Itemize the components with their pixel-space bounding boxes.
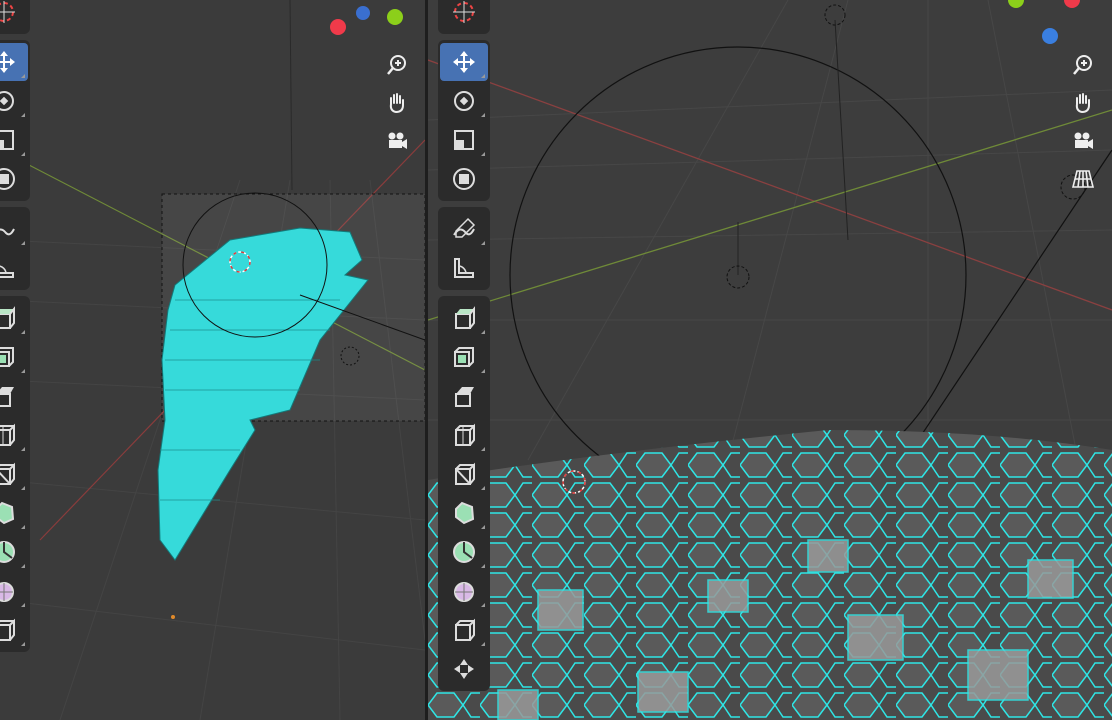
y-axis-line (428, 109, 1112, 321)
gizmo-z-dot[interactable] (356, 6, 370, 20)
measure-icon (454, 258, 474, 278)
transform-tool[interactable] (0, 160, 28, 198)
loop-cut-icon (455, 462, 475, 485)
loop-cut-tool[interactable] (0, 455, 28, 493)
annotate-tool[interactable] (440, 210, 488, 248)
smooth-tool[interactable] (440, 572, 488, 610)
add-cube-tool[interactable] (440, 299, 488, 337)
scale-icon (0, 130, 14, 150)
zoom-button[interactable] (380, 48, 414, 82)
edge-slide-tool[interactable] (0, 611, 28, 649)
measure-icon (0, 258, 14, 278)
cursor-icon (453, 1, 475, 23)
transform-icon (453, 168, 475, 190)
gizmo-z-dot[interactable] (1042, 28, 1058, 44)
gizmo-y-dot[interactable] (387, 9, 403, 25)
edge-slide-icon (455, 618, 475, 641)
inset-faces-tool[interactable] (0, 377, 28, 415)
left-3d-viewport[interactable] (0, 0, 425, 720)
smooth-icon (454, 582, 474, 602)
bevel-tool[interactable] (0, 416, 28, 454)
rotate-icon (0, 91, 14, 111)
move-tool[interactable] (440, 43, 488, 81)
inset-faces-icon (0, 387, 14, 407)
extrude-region-tool[interactable] (440, 338, 488, 376)
knife-icon (455, 501, 475, 525)
measure-tool[interactable] (0, 249, 28, 287)
annotate-icon (453, 217, 476, 238)
inset-faces-tool[interactable] (440, 377, 488, 415)
edge-slide-tool[interactable] (440, 611, 488, 649)
add-cube-icon (0, 306, 15, 329)
right-3d-viewport[interactable] (428, 0, 1112, 720)
bevel-icon (0, 423, 15, 446)
spin-tool[interactable] (440, 533, 488, 571)
move-icon (0, 51, 15, 73)
edge-slide-icon (0, 618, 15, 641)
spin-icon (453, 541, 475, 563)
zoom-button[interactable] (1066, 48, 1100, 82)
annotate-icon (0, 228, 15, 236)
add-cube-tool[interactable] (0, 299, 28, 337)
hand-icon (1075, 93, 1090, 114)
pan-button[interactable] (380, 86, 414, 120)
shrink-fatten-icon (454, 659, 474, 679)
origin-point (171, 615, 175, 619)
cursor-tool[interactable] (440, 0, 488, 31)
bevel-tool[interactable] (440, 416, 488, 454)
cursor-tool[interactable] (0, 0, 28, 31)
scale-tool[interactable] (0, 121, 28, 159)
camera-icon (1074, 132, 1093, 149)
scale-tool[interactable] (440, 121, 488, 159)
hand-icon (389, 93, 404, 114)
rotate-tool[interactable] (440, 82, 488, 120)
spin-icon (0, 541, 15, 563)
measure-tool[interactable] (440, 249, 488, 287)
smooth-tool[interactable] (0, 572, 28, 610)
scale-icon (454, 130, 474, 150)
rotate-icon (454, 91, 474, 111)
camera-icon (388, 132, 407, 149)
x-axis-line (428, 59, 1112, 311)
extrude-region-icon (0, 347, 14, 367)
knife-tool[interactable] (440, 494, 488, 532)
add-cube-icon (455, 306, 475, 329)
zoom-icon (387, 55, 406, 75)
transform-icon (0, 168, 15, 190)
spin-tool[interactable] (0, 533, 28, 571)
move-tool[interactable] (0, 43, 28, 81)
rotate-tool[interactable] (0, 82, 28, 120)
extrude-region-icon (454, 347, 474, 367)
extrude-region-tool[interactable] (0, 338, 28, 376)
camera-view-button[interactable] (380, 124, 414, 158)
inset-faces-icon (455, 387, 474, 407)
knife-icon (0, 501, 15, 525)
loop-cut-tool[interactable] (440, 455, 488, 493)
smooth-icon (0, 582, 14, 602)
move-icon (453, 51, 475, 73)
camera-view-button[interactable] (1066, 124, 1100, 158)
shrink-fatten-tool[interactable] (440, 650, 488, 688)
perspective-grid-icon (1071, 170, 1095, 188)
bevel-icon (455, 423, 475, 446)
knife-tool[interactable] (0, 494, 28, 532)
annotate-tool[interactable] (0, 210, 28, 248)
loop-cut-icon (0, 462, 15, 485)
cursor-icon (0, 1, 15, 23)
transform-tool[interactable] (440, 160, 488, 198)
pan-button[interactable] (1066, 86, 1100, 120)
left-viewport-scene (0, 0, 425, 720)
right-viewport-scene (428, 0, 1112, 720)
perspective-toggle-button[interactable] (1066, 162, 1100, 196)
gizmo-x-dot[interactable] (330, 19, 346, 35)
zoom-icon (1073, 55, 1092, 75)
